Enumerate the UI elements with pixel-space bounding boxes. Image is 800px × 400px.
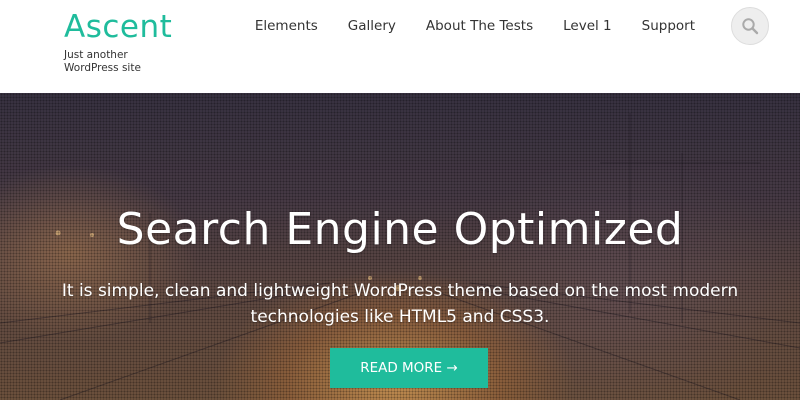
main-navigation: Elements Gallery About The Tests Level 1…: [240, 16, 710, 36]
search-button[interactable]: [731, 7, 769, 45]
nav-item-about-the-tests[interactable]: About The Tests: [411, 16, 548, 36]
site-logo[interactable]: Ascent: [64, 8, 174, 46]
hero-description: It is simple, clean and lightweight Word…: [61, 281, 739, 327]
read-more-button[interactable]: READ MORE →: [330, 348, 488, 388]
nav-item-level-1[interactable]: Level 1: [548, 16, 627, 36]
hero-banner: Search Engine Optimized It is simple, cl…: [0, 93, 800, 400]
nav-item-support[interactable]: Support: [627, 16, 710, 36]
site-header: Ascent Just another WordPress site Eleme…: [0, 0, 800, 93]
site-tagline: Just another WordPress site: [64, 49, 141, 74]
hero-title: Search Engine Optimized: [116, 204, 684, 255]
nav-item-elements[interactable]: Elements: [240, 16, 333, 36]
nav-item-gallery[interactable]: Gallery: [333, 16, 411, 36]
site-branding: Ascent Just another WordPress site: [64, 8, 174, 75]
search-icon: [742, 18, 759, 35]
